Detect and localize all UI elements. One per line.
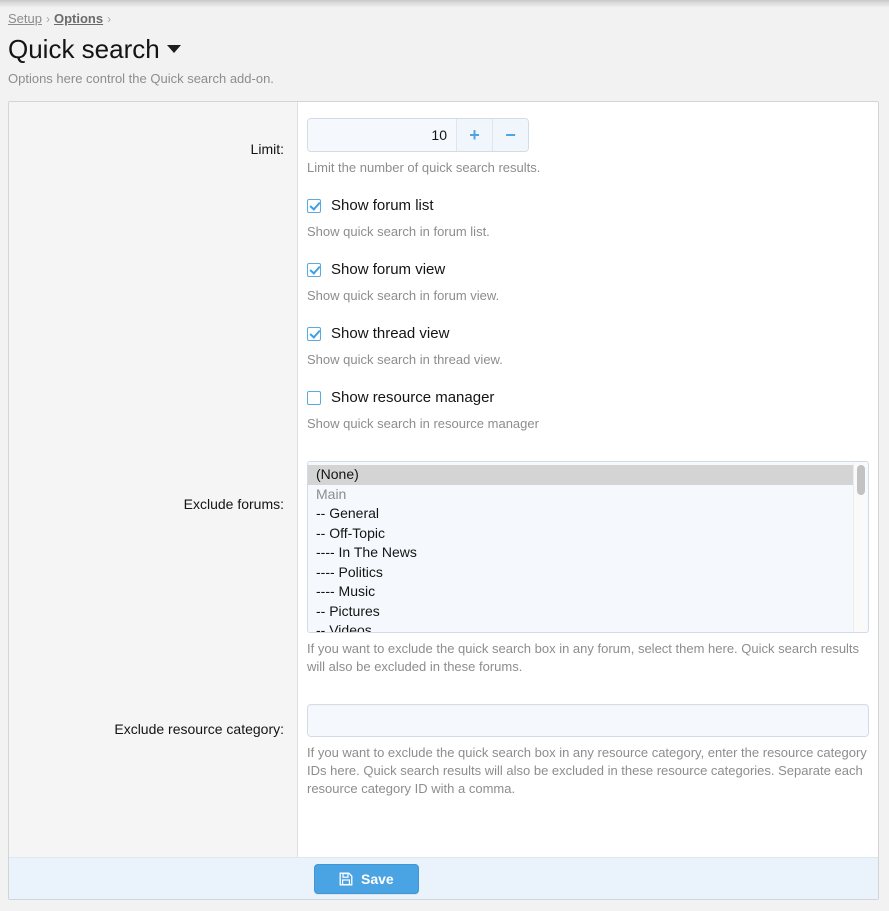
checkbox-label: Show forum list bbox=[331, 197, 434, 214]
checkbox-show-resource-manager[interactable]: Show resource manager bbox=[307, 389, 878, 407]
list-item[interactable]: -- Videos bbox=[308, 621, 854, 632]
page-title: Quick search bbox=[0, 27, 889, 64]
list-item[interactable]: ---- In The News bbox=[308, 543, 854, 563]
page-title-text: Quick search bbox=[8, 34, 160, 64]
save-button[interactable]: Save bbox=[314, 863, 419, 894]
floppy-disk-icon bbox=[339, 872, 353, 886]
options-form-body: Limit: + − Limit the number of quick sea… bbox=[9, 102, 878, 859]
page: Setup › Options › Quick search Options here… bbox=[0, 0, 889, 87]
show-resource-manager-field: Show resource manager Show quick search … bbox=[298, 389, 878, 433]
checkbox-show-forum-view[interactable]: Show forum view bbox=[307, 261, 878, 279]
checkbox-icon-checked[interactable] bbox=[307, 263, 321, 277]
exclude-forums-explain: If you want to exclude the quick search … bbox=[307, 641, 860, 674]
listbox-scrollbar-thumb[interactable] bbox=[856, 465, 865, 495]
list-item[interactable]: ---- Music bbox=[308, 582, 854, 602]
listbox-scrollbar[interactable] bbox=[853, 463, 867, 632]
limit-input[interactable] bbox=[308, 119, 456, 151]
breadcrumb: Setup › Options › bbox=[0, 0, 889, 27]
list-item[interactable]: -- Pictures bbox=[308, 602, 854, 622]
form-row-show-forum-list: Show forum list Show quick search in for… bbox=[9, 177, 878, 241]
form-row-exclude-forums: Exclude forums: (None) Main -- General -… bbox=[9, 433, 878, 676]
checkbox-show-forum-list[interactable]: Show forum list bbox=[307, 197, 878, 215]
checkbox-show-thread-view[interactable]: Show thread view bbox=[307, 325, 878, 343]
show-thread-view-field: Show thread view Show quick search in th… bbox=[298, 325, 878, 369]
save-button-label: Save bbox=[361, 870, 394, 887]
breadcrumb-item-setup[interactable]: Setup bbox=[8, 11, 42, 26]
limit-decrement-button[interactable]: − bbox=[492, 119, 528, 151]
show-forum-view-field: Show forum view Show quick search in for… bbox=[298, 261, 878, 305]
breadcrumb-item-options[interactable]: Options bbox=[54, 11, 103, 26]
exclude-resource-category-field: If you want to exclude the quick search … bbox=[298, 704, 878, 798]
options-form-panel: Limit: + − Limit the number of quick sea… bbox=[8, 101, 879, 900]
checkbox-icon-unchecked[interactable] bbox=[307, 391, 321, 405]
form-row-limit: Limit: + − Limit the number of quick sea… bbox=[9, 102, 878, 177]
page-description: Options here control the Quick search ad… bbox=[8, 71, 274, 86]
form-rows: Limit: + − Limit the number of quick sea… bbox=[9, 102, 878, 798]
show-thread-view-explain: Show quick search in thread view. bbox=[307, 352, 503, 367]
limit-field-wrap: + − Limit the number of quick search res… bbox=[298, 118, 878, 177]
form-footer: Save bbox=[9, 857, 878, 899]
list-item[interactable]: ---- Politics bbox=[308, 563, 854, 583]
limit-label: Limit: bbox=[250, 141, 284, 157]
limit-explain: Limit the number of quick search results… bbox=[307, 160, 541, 175]
list-item[interactable]: -- General bbox=[308, 504, 854, 524]
quantity-stepper: + − bbox=[307, 118, 529, 152]
form-row-show-resource-manager: Show resource manager Show quick search … bbox=[9, 369, 878, 433]
show-forum-view-explain: Show quick search in forum view. bbox=[307, 288, 500, 303]
limit-increment-button[interactable]: + bbox=[456, 119, 492, 151]
show-forum-list-field: Show forum list Show quick search in for… bbox=[298, 197, 878, 241]
caret-down-icon[interactable] bbox=[166, 45, 181, 54]
exclude-resource-category-input[interactable] bbox=[307, 704, 869, 737]
exclude-resource-category-explain: If you want to exclude the quick search … bbox=[307, 745, 867, 796]
breadcrumb-separator-1: › bbox=[45, 12, 50, 26]
breadcrumb-separator-2: › bbox=[107, 12, 112, 26]
checkbox-label: Show thread view bbox=[331, 325, 450, 342]
checkbox-icon-checked[interactable] bbox=[307, 199, 321, 213]
list-item-group: Main bbox=[316, 485, 347, 502]
list-item[interactable]: (None) bbox=[308, 465, 854, 485]
checkbox-icon-checked[interactable] bbox=[307, 327, 321, 341]
show-resource-manager-explain: Show quick search in resource manager bbox=[307, 416, 539, 431]
list-item[interactable]: -- Off-Topic bbox=[308, 524, 854, 544]
exclude-resource-category-label: Exclude resource category: bbox=[114, 721, 284, 737]
exclude-forums-field: (None) Main -- General -- Off-Topic ----… bbox=[298, 461, 878, 676]
exclude-forums-label: Exclude forums: bbox=[183, 496, 284, 512]
exclude-forums-listbox[interactable]: (None) Main -- General -- Off-Topic ----… bbox=[307, 461, 869, 633]
form-row-exclude-resource-category: Exclude resource category: If you want t… bbox=[9, 676, 878, 798]
exclude-forums-options: (None) Main -- General -- Off-Topic ----… bbox=[308, 462, 854, 632]
checkbox-label: Show resource manager bbox=[331, 389, 495, 406]
form-row-show-thread-view: Show thread view Show quick search in th… bbox=[9, 305, 878, 369]
checkbox-label: Show forum view bbox=[331, 261, 446, 278]
show-forum-list-explain: Show quick search in forum list. bbox=[307, 224, 490, 239]
form-row-show-forum-view: Show forum view Show quick search in for… bbox=[9, 241, 878, 305]
